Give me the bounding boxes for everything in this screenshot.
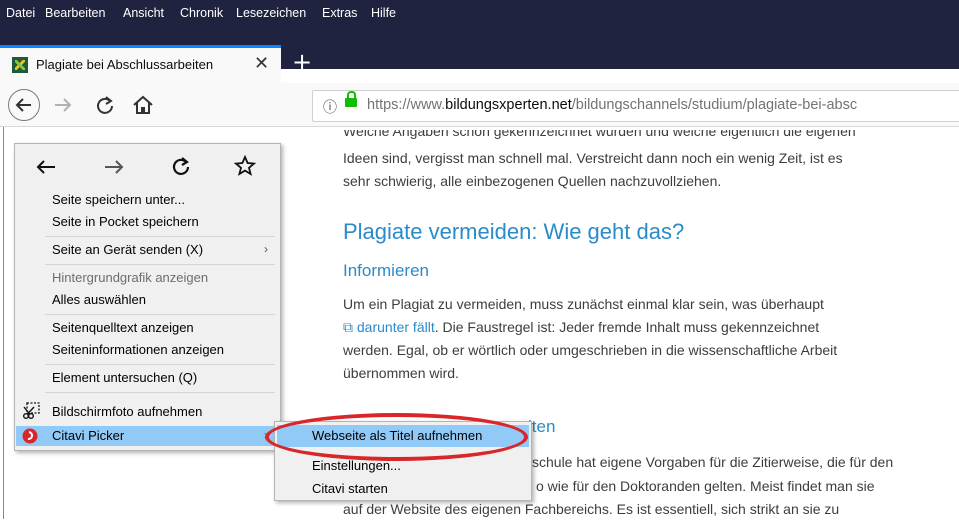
reload-icon[interactable] bbox=[95, 95, 115, 115]
paragraph-line: Ideen sind, vergisst man schnell mal. Ve… bbox=[343, 150, 843, 166]
site-favicon-icon bbox=[12, 57, 28, 73]
paragraph-line: auf der Website des eigenen Fachbereichs… bbox=[343, 501, 840, 517]
subsection-heading-partial: lten bbox=[528, 417, 556, 436]
menu-datei[interactable]: Datei bbox=[6, 6, 35, 20]
menu-lesezeichen[interactable]: Lesezeichen bbox=[236, 6, 306, 20]
paragraph-line: ⧉ darunter fällt. Die Faustregel ist: Je… bbox=[343, 316, 819, 339]
screenshot-scissors-icon bbox=[23, 402, 40, 419]
url-bar[interactable]: ⓘ https://www.bildungsxperten.net/bildun… bbox=[312, 90, 959, 122]
paragraph-line: übernommen wird. bbox=[343, 365, 459, 381]
tab-active[interactable]: Plagiate bei Abschlussarbeiten ✕ bbox=[0, 45, 281, 83]
url-prefix: https://www. bbox=[367, 97, 446, 113]
menu-item-show-background: Hintergrundgrafik anzeigen bbox=[52, 270, 209, 285]
menu-separator bbox=[45, 314, 275, 315]
menu-extras[interactable]: Extras bbox=[322, 6, 357, 20]
submenu-arrow-icon: › bbox=[264, 242, 268, 256]
new-tab-button[interactable]: + bbox=[292, 48, 312, 76]
menu-separator bbox=[45, 264, 275, 265]
paragraph-line: werden. Egal, ob er wörtlich oder umgesc… bbox=[343, 342, 838, 358]
back-icon[interactable] bbox=[35, 159, 57, 175]
menu-item-save-to-pocket[interactable]: Seite in Pocket speichern bbox=[52, 214, 199, 229]
forward-icon[interactable] bbox=[103, 159, 125, 175]
info-icon[interactable]: ⓘ bbox=[323, 97, 337, 117]
menu-item-label: Seite an Gerät senden (X) bbox=[52, 242, 204, 257]
menu-chronik[interactable]: Chronik bbox=[180, 6, 223, 20]
subsection-heading-informieren: Informieren bbox=[343, 261, 429, 280]
menu-item-take-screenshot[interactable]: Bildschirmfoto aufnehmen bbox=[52, 404, 202, 419]
menu-bearbeiten[interactable]: Bearbeiten bbox=[45, 6, 105, 20]
back-button[interactable] bbox=[8, 89, 40, 121]
annotation-ellipse bbox=[265, 413, 528, 461]
context-menu: Seite speichern unter... Seite in Pocket… bbox=[14, 143, 281, 451]
menu-hilfe[interactable]: Hilfe bbox=[371, 6, 396, 20]
paragraph-line: sehr schwierig, alle einbezogenen Quelle… bbox=[343, 173, 722, 189]
paragraph-line: Um ein Plagiat zu vermeiden, muss zunäch… bbox=[343, 296, 824, 312]
content-left-border bbox=[3, 127, 4, 519]
menu-item-select-all[interactable]: Alles auswählen bbox=[52, 292, 146, 307]
menu-separator bbox=[45, 236, 275, 237]
section-heading: Plagiate vermeiden: Wie geht das? bbox=[343, 219, 685, 244]
citavi-icon bbox=[22, 428, 38, 444]
home-icon[interactable] bbox=[132, 95, 154, 115]
menu-item-send-to-device[interactable]: Seite an Gerät senden (X) bbox=[52, 242, 203, 257]
tab-close-icon[interactable]: ✕ bbox=[254, 53, 269, 74]
menu-separator bbox=[45, 392, 275, 393]
submenu-item-start-citavi[interactable]: Citavi starten bbox=[312, 481, 388, 496]
paragraph-line: o wie für den Doktoranden gelten. Meist … bbox=[536, 478, 875, 494]
back-arrow-icon bbox=[15, 98, 31, 112]
forward-icon[interactable] bbox=[52, 96, 74, 114]
menu-item-view-source[interactable]: Seitenquelltext anzeigen bbox=[52, 320, 194, 335]
link-darunter-faellt[interactable]: darunter fällt bbox=[357, 319, 435, 335]
menu-ansicht[interactable]: Ansicht bbox=[123, 6, 164, 20]
url-domain: bildungsxperten.net bbox=[445, 97, 572, 113]
lock-icon bbox=[345, 91, 357, 107]
menu-item-save-page[interactable]: Seite speichern unter... bbox=[52, 192, 185, 207]
paragraph-line: schule hat eigene Vorgaben für die Zitie… bbox=[532, 454, 894, 470]
menu-separator bbox=[45, 364, 275, 365]
url-text[interactable]: https://www.bildungsxperten.net/bildungs… bbox=[367, 97, 857, 113]
url-path: /bildungschannels/studium/plagiate-bei-a… bbox=[571, 97, 858, 113]
paragraph-text: . Die Faustregel ist: Jeder fremde Inhal… bbox=[434, 319, 820, 335]
external-link-icon: ⧉ bbox=[343, 319, 357, 335]
menu-item-page-info[interactable]: Seiteninformationen anzeigen bbox=[52, 342, 224, 357]
menu-item-citavi-picker[interactable]: Citavi Picker bbox=[52, 428, 124, 443]
context-nav-row bbox=[15, 144, 280, 189]
bookmark-star-icon[interactable] bbox=[234, 155, 256, 177]
reload-icon[interactable] bbox=[171, 156, 191, 176]
menu-bar: Datei Bearbeiten Ansicht Chronik Lesezei… bbox=[0, 0, 959, 27]
menu-item-inspect-element[interactable]: Element untersuchen (Q) bbox=[52, 370, 197, 385]
tab-title: Plagiate bei Abschlussarbeiten bbox=[36, 57, 214, 72]
